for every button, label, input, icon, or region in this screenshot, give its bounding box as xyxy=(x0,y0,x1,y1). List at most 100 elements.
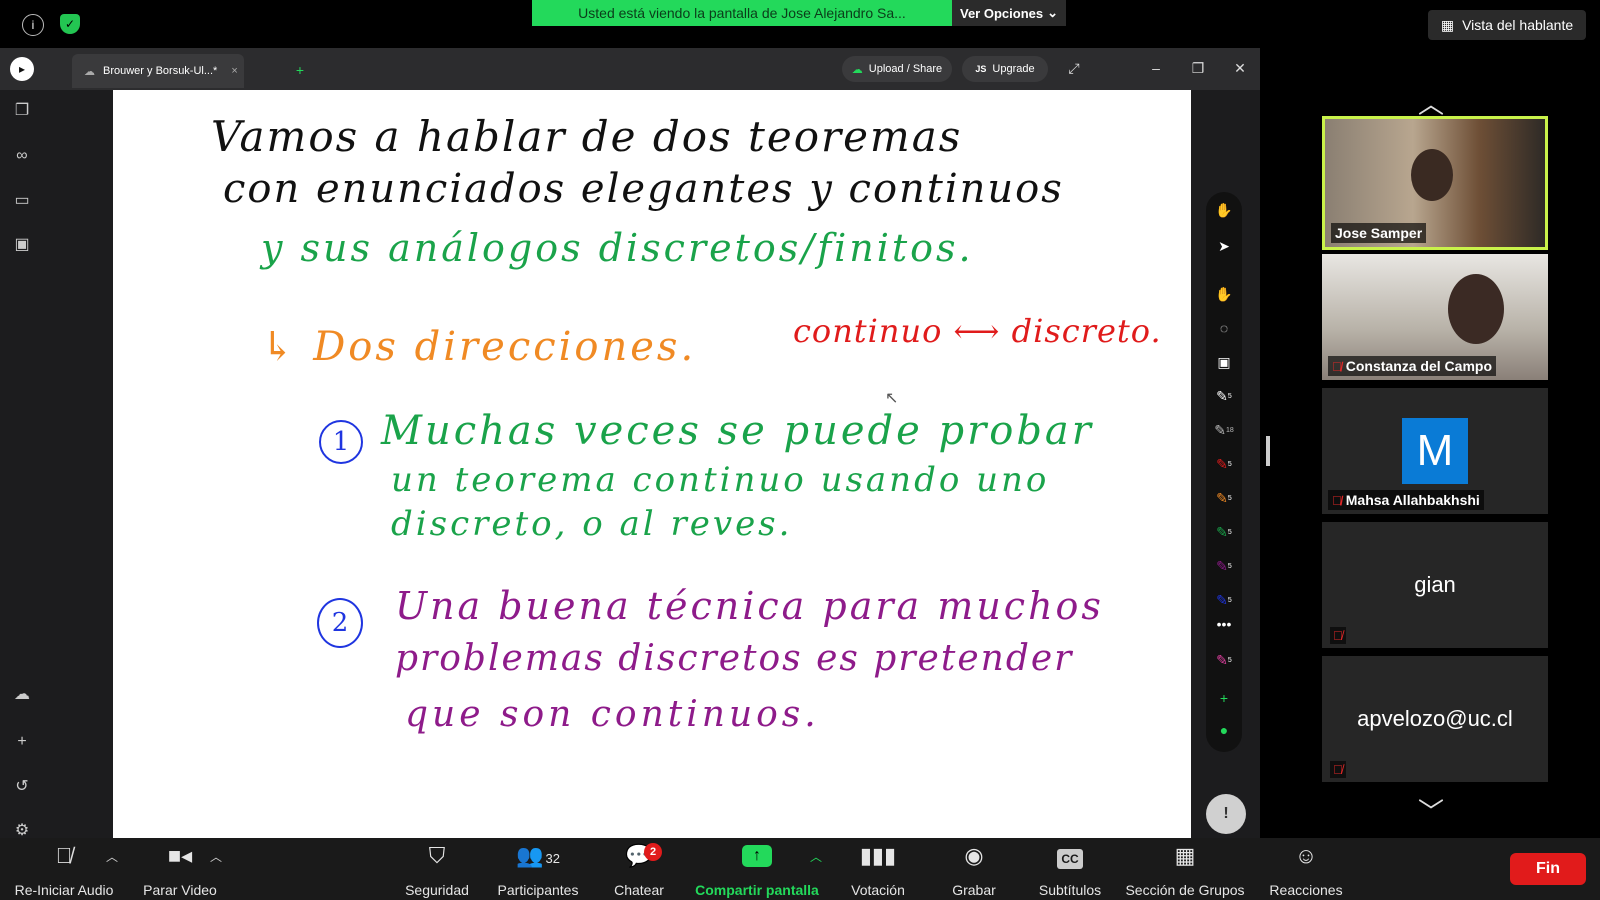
participants-button[interactable]: 👥 32 Participantes xyxy=(490,842,586,898)
item-2-line-2: problemas discretos es pretender xyxy=(395,638,1074,679)
note-line-1: Vamos a hablar de dos teoremas xyxy=(211,112,963,161)
note-line-4-left: ↳ Dos direcciones. xyxy=(261,324,697,370)
speaker-view-label: Vista del hablante xyxy=(1462,17,1574,33)
emoji-add-icon: ☺ xyxy=(1294,843,1318,868)
video-camera-icon: ■◂ xyxy=(167,843,193,868)
whiteboard-canvas[interactable]: Vamos a hablar de dos teoremas con enunc… xyxy=(113,90,1191,838)
audio-button[interactable]: 🎙̸ Re-Iniciar Audio xyxy=(8,842,120,898)
video-options-chevron-icon[interactable]: ︿ xyxy=(210,848,222,865)
undo-history-icon[interactable]: ↺ xyxy=(10,774,34,798)
view-options-button[interactable]: Ver Opciones ⌄ xyxy=(952,0,1066,26)
security-button[interactable]: ⛉ Seguridad xyxy=(400,842,474,898)
participant-video xyxy=(1411,149,1453,201)
pen-size-badge: 5 xyxy=(1227,392,1232,400)
pen-size-badge: 5 xyxy=(1227,562,1232,570)
share-screen-label: Compartir pantalla xyxy=(695,882,819,898)
share-options-chevron-icon[interactable]: ︿ xyxy=(810,848,822,865)
speaker-view-button[interactable]: ▦ Vista del hablante xyxy=(1428,10,1586,40)
mic-muted-icon: 🎙̸ xyxy=(55,843,73,868)
end-meeting-button[interactable]: Fin xyxy=(1510,853,1586,885)
binoculars-icon[interactable]: ∞ xyxy=(10,144,34,168)
minimize-icon[interactable]: – xyxy=(1144,56,1168,80)
participant-avatar: M xyxy=(1402,418,1468,484)
more-tools-icon[interactable]: ••• xyxy=(1214,614,1234,634)
participant-tile[interactable]: M 🎙̸ Mahsa Allahbakhshi xyxy=(1322,388,1548,514)
audio-options-chevron-icon[interactable]: ︿ xyxy=(106,848,118,865)
share-screen-icon: ↑ xyxy=(742,845,772,867)
restore-icon[interactable]: ❐ xyxy=(1186,56,1210,80)
highlighter-icon[interactable]: ✎ 18 xyxy=(1214,420,1234,440)
feedback-icon[interactable]: ! xyxy=(1206,794,1246,834)
scroll-down-icon[interactable]: ﹀ xyxy=(1418,792,1444,829)
cloud-sync-icon[interactable]: ☁ xyxy=(10,682,34,706)
upload-share-button[interactable]: ☁ Upload / Share xyxy=(842,56,952,82)
pen-red-icon[interactable]: ✎ 5 xyxy=(1214,454,1234,474)
pen-green-icon[interactable]: ✎ 5 xyxy=(1214,522,1234,542)
pen-purple-icon[interactable]: ✎ 5 xyxy=(1214,556,1234,576)
record-label: Grabar xyxy=(952,882,996,898)
pointer-icon[interactable]: ➤ xyxy=(1214,236,1234,256)
add-widget-icon[interactable]: + xyxy=(10,730,34,754)
mic-muted-icon: 🎙̸ xyxy=(1332,358,1342,374)
fullscreen-icon[interactable]: ⤢ xyxy=(1062,56,1086,80)
pen-size-badge: 5 xyxy=(1227,494,1232,502)
image-icon[interactable]: ▣ xyxy=(1214,352,1234,372)
cloud-upload-icon: ☁ xyxy=(851,63,863,76)
app-logo-icon[interactable]: ▸ xyxy=(10,57,34,81)
upgrade-label: Upgrade xyxy=(992,63,1035,75)
breakout-grid-icon: ▦ xyxy=(1174,843,1196,868)
pen-size-badge: 5 xyxy=(1227,596,1232,604)
chat-unread-badge: 2 xyxy=(644,843,662,861)
item-1-line-2: un teorema continuo usando uno xyxy=(391,460,1050,500)
participant-tile-active[interactable]: Jose Samper xyxy=(1322,116,1548,250)
pages-icon[interactable]: ❐ xyxy=(10,98,34,122)
breakout-rooms-button[interactable]: ▦ Sección de Grupos xyxy=(1122,842,1248,898)
people-icon: 👥 xyxy=(516,843,544,868)
add-tool-icon[interactable]: + xyxy=(1214,688,1234,708)
upgrade-button[interactable]: JS Upgrade xyxy=(962,56,1048,82)
participant-name: 🎙̸ Constanza del Campo xyxy=(1328,356,1496,376)
poll-button[interactable]: ▮▮▮ Votación xyxy=(844,842,912,898)
app-brand-icon[interactable]: ● xyxy=(1214,720,1234,740)
participant-name: 🎙̸ Mahsa Allahbakhshi xyxy=(1328,490,1484,510)
document-tab[interactable]: ☁ Brouwer y Borsuk-Ul...* × xyxy=(72,54,244,88)
mic-muted-icon: 🎙̸ xyxy=(1332,492,1342,508)
item-1-number: 1 xyxy=(319,420,363,464)
mic-muted-icon: 🎙̸ xyxy=(1330,761,1346,778)
hand-pan-icon[interactable]: ✋ xyxy=(1214,200,1234,220)
save-icon[interactable]: ▣ xyxy=(10,232,34,256)
record-button[interactable]: ◉ Grabar xyxy=(946,842,1002,898)
close-window-icon[interactable]: ✕ xyxy=(1228,56,1252,80)
share-screen-button[interactable]: ↑ Compartir pantalla xyxy=(692,842,822,898)
close-tab-icon[interactable]: × xyxy=(231,65,237,77)
pen-size-badge: 5 xyxy=(1227,656,1232,664)
keyboard-icon[interactable]: ▭ xyxy=(10,188,34,212)
record-icon: ◉ xyxy=(964,843,984,868)
participant-name: apvelozo@uc.cl xyxy=(1357,706,1513,731)
video-label: Parar Video xyxy=(143,882,217,898)
participant-tile[interactable]: 🎙̸ Constanza del Campo xyxy=(1322,254,1548,380)
reactions-button[interactable]: ☺ Reacciones xyxy=(1268,842,1344,898)
view-options-label: Ver Opciones xyxy=(960,5,1044,21)
pen-pink-icon[interactable]: ✎ 5 xyxy=(1214,650,1234,670)
audio-label: Re-Iniciar Audio xyxy=(14,882,114,898)
document-tab-title: Brouwer y Borsuk-Ul...* xyxy=(103,65,218,77)
new-tab-icon[interactable]: + xyxy=(290,60,310,80)
item-1-line-3: discreto, o al reves. xyxy=(391,504,793,544)
pen-size-badge: 5 xyxy=(1227,528,1232,536)
pen-blue-icon[interactable]: ✎ 5 xyxy=(1214,590,1234,610)
security-shield-icon[interactable]: ✓ xyxy=(60,14,80,34)
hand-tool-icon[interactable]: ✋ xyxy=(1214,284,1234,304)
cloud-icon: ☁ xyxy=(84,65,95,78)
pen-orange-icon[interactable]: ✎ 5 xyxy=(1214,488,1234,508)
pen-size-badge: 18 xyxy=(1225,426,1234,434)
grid-view-icon: ▦ xyxy=(1440,16,1455,33)
lasso-icon[interactable]: ◌ xyxy=(1214,318,1234,338)
info-icon[interactable]: i xyxy=(22,14,44,36)
resize-handle[interactable] xyxy=(1266,436,1270,466)
item-2-line-1: Una buena técnica para muchos xyxy=(395,584,1104,628)
participant-tile[interactable]: gian 🎙̸ xyxy=(1322,522,1548,648)
participant-tile[interactable]: apvelozo@uc.cl 🎙̸ xyxy=(1322,656,1548,782)
subtitles-button[interactable]: CC Subtítulos xyxy=(1030,842,1110,898)
pen-black-icon[interactable]: ✎ 5 xyxy=(1214,386,1234,406)
